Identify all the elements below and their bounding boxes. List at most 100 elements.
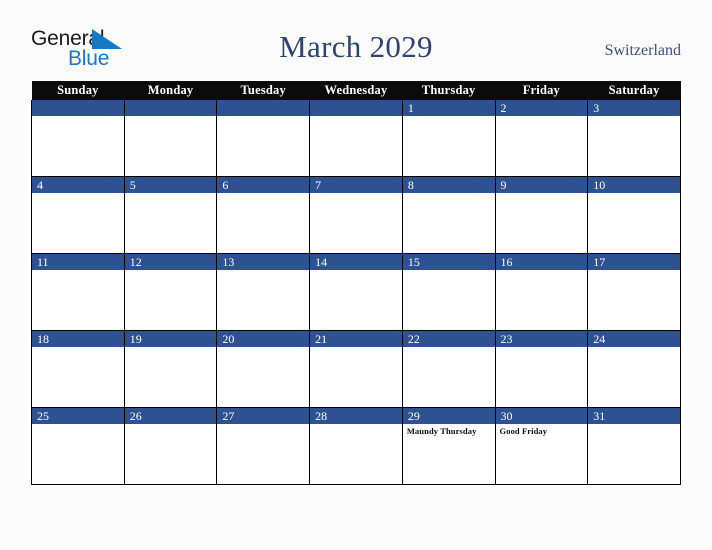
day-number: 8 [403,177,495,193]
calendar-day-cell[interactable]: 22 [401,330,496,408]
calendar-week-row: 4 5 6 7 8 9 10 [31,176,681,254]
day-cell-body [403,347,494,407]
calendar-day-cell[interactable]: 31 [587,407,681,485]
day-number: 18 [32,331,124,347]
calendar-day-cell[interactable]: 16 [494,253,589,331]
calendar-day-cell[interactable]: 1 [401,100,496,177]
day-number [217,100,309,116]
day-cell-body [589,424,680,484]
day-cell-body [125,270,216,330]
day-cell-body [32,347,123,407]
day-cell-body [311,116,402,176]
calendar-day-cell[interactable]: 27 [216,407,311,485]
day-cell-body [403,193,494,253]
day-cell-body [218,193,309,253]
weekday-header-thursday: Thursday [402,81,496,100]
holiday-label: Maundy Thursday [406,426,477,436]
holiday-label: Good Friday [499,426,548,436]
calendar-day-cell[interactable]: 12 [123,253,218,331]
day-cell-body [32,424,123,484]
day-number: 21 [310,331,402,347]
day-cell-body [32,116,123,176]
calendar-body: 1 2 3 4 5 6 7 8 9 10 11 12 13 14 15 16 17 18 19 20 21 22 23 24 2… [31,100,681,485]
calendar-week-row: 123 [31,100,681,177]
calendar-empty-cell [31,100,125,177]
calendar-day-cell[interactable]: 3 [587,100,681,177]
calendar-day-cell[interactable]: 30 Good Friday [494,407,589,485]
calendar-day-cell[interactable]: 18 [31,330,125,408]
weekday-header-tuesday: Tuesday [216,81,310,100]
day-cell-body [125,116,216,176]
day-cell-body [589,270,680,330]
calendar-empty-cell [123,100,218,177]
day-number: 26 [125,408,216,424]
weekday-header-saturday: Saturday [587,81,681,100]
calendar-day-cell[interactable]: 15 [401,253,496,331]
day-number: 29 [403,408,495,424]
day-cell-body [125,347,216,407]
calendar-day-cell[interactable]: 7 [309,176,403,254]
day-number: 6 [217,177,309,193]
weekday-header-monday: Monday [124,81,217,100]
calendar-day-cell[interactable]: 10 [587,176,681,254]
day-cell-body [496,347,587,407]
calendar-day-cell[interactable]: 4 [31,176,125,254]
day-cell-body [32,193,123,253]
calendar-empty-cell [216,100,311,177]
day-number: 17 [588,254,680,270]
day-number: 10 [588,177,680,193]
calendar-empty-cell [309,100,403,177]
day-number: 13 [217,254,309,270]
calendar-day-cell[interactable]: 28 [309,407,403,485]
calendar-day-cell[interactable]: 14 [309,253,403,331]
day-number: 28 [310,408,402,424]
calendar-day-cell[interactable]: 13 [216,253,311,331]
calendar-day-cell[interactable]: 6 [216,176,311,254]
day-number [125,100,216,116]
calendar-day-cell[interactable]: 21 [309,330,403,408]
day-number: 20 [217,331,309,347]
calendar-day-cell[interactable]: 24 [587,330,681,408]
calendar-day-cell[interactable]: 11 [31,253,125,331]
day-number: 19 [125,331,216,347]
day-cell-body: Maundy Thursday [403,424,494,484]
day-cell-body [496,193,587,253]
calendar-day-cell[interactable]: 29 Maundy Thursday [401,407,496,485]
day-number: 22 [403,331,495,347]
calendar-week-row: 18 19 20 21 22 23 24 [31,330,681,408]
day-cell-body [125,193,216,253]
calendar-day-cell[interactable]: 9 [494,176,589,254]
day-cell-body [125,424,216,484]
day-cell-body [218,270,309,330]
calendar-day-cell[interactable]: 20 [216,330,311,408]
region-label: Switzerland [604,42,681,59]
day-cell-body [311,347,402,407]
day-cell-body [496,270,587,330]
day-cell-body: Good Friday [496,424,587,484]
day-cell-body [218,424,309,484]
calendar-week-row: 25 26 27 28 29 Maundy Thursday 30 Good Friday 31 [31,407,681,485]
calendar-day-cell[interactable]: 26 [123,407,218,485]
day-number [32,100,124,116]
day-number: 7 [310,177,402,193]
calendar-day-cell[interactable]: 23 [494,330,589,408]
day-cell-body [218,116,309,176]
calendar-day-cell[interactable]: 2 [494,100,589,177]
day-cell-body [589,193,680,253]
day-number: 1 [403,100,495,116]
calendar-day-cell[interactable]: 25 [31,407,125,485]
calendar-day-cell[interactable]: 5 [123,176,218,254]
day-number: 25 [32,408,124,424]
calendar-day-cell[interactable]: 8 [401,176,496,254]
calendar-day-cell[interactable]: 17 [587,253,681,331]
day-number: 15 [403,254,495,270]
day-number: 16 [496,254,587,270]
weekday-header-wednesday: Wednesday [309,81,403,100]
page-header: General Blue March 2029 Switzerland [0,0,712,80]
day-cell-body [32,270,123,330]
day-cell-body [311,424,402,484]
calendar-day-cell[interactable]: 19 [123,330,218,408]
weekday-header-friday: Friday [495,81,588,100]
day-number: 27 [217,408,309,424]
day-cell-body [311,193,402,253]
